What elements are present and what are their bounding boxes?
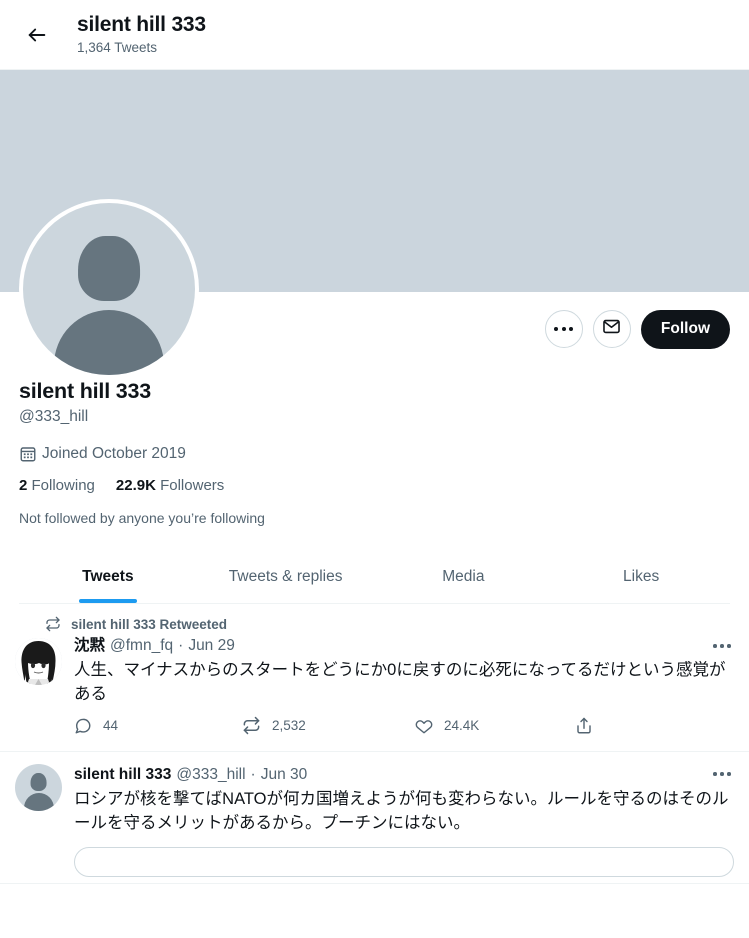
not-followed-note: Not followed by anyone you’re following <box>19 510 265 526</box>
joined-date: Joined October 2019 <box>19 445 730 463</box>
calendar-icon <box>19 445 37 463</box>
avatar-head-shape <box>78 235 140 302</box>
tweet-date[interactable]: Jun 30 <box>261 764 308 785</box>
retweet-icon <box>242 716 261 735</box>
following-count: 2 <box>19 477 28 494</box>
tweet-avatar-column <box>15 616 74 751</box>
profile-tabs: Tweets Tweets & replies Media Likes <box>19 551 730 604</box>
reply-icon <box>74 717 92 735</box>
avatar-body-shape <box>53 309 165 375</box>
retweet-action[interactable]: 2,532 <box>242 716 415 735</box>
envelope-icon <box>602 317 621 341</box>
retweet-count: 2,532 <box>272 718 306 733</box>
tweet-separator: · <box>250 766 256 783</box>
tweet-author-handle[interactable]: @333_hill <box>176 764 245 785</box>
avatar-body-shape <box>23 793 54 811</box>
tab-likes[interactable]: Likes <box>552 551 730 603</box>
followers-stat[interactable]: 22.9K Followers <box>116 477 224 494</box>
more-horizontal-icon <box>713 644 731 648</box>
tweet-count: 1,364 Tweets <box>77 40 158 55</box>
heart-icon <box>415 717 433 735</box>
tweet-date[interactable]: Jun 29 <box>188 635 235 656</box>
message-button[interactable] <box>592 310 631 348</box>
tweet-author-line: 沈黙 @fmn_fq · Jun 29 <box>74 635 734 656</box>
tweet-text: ロシアが核を撃てばNATOが何カ国増えようが何も変わらない。ルールを守るのはその… <box>74 790 729 832</box>
more-horizontal-icon <box>713 772 731 776</box>
tweet-content: silent hill 333 Retweeted 沈黙 @fmn_fq · J… <box>46 616 734 751</box>
tweet-author-line: silent hill 333 @333_hill · Jun 30 <box>74 764 734 785</box>
tweet-author-name[interactable]: silent hill 333 <box>74 764 171 785</box>
header-title-block: silent hill 333 1,364 Tweets <box>77 12 206 57</box>
tab-indicator-inactive <box>434 599 492 603</box>
followers-label: Followers <box>160 477 225 494</box>
more-options-button[interactable] <box>544 310 583 348</box>
quote-card[interactable] <box>74 847 734 877</box>
retweet-context-label: silent hill 333 Retweeted <box>71 616 228 632</box>
tweet-author-name[interactable]: 沈黙 <box>74 635 105 656</box>
tab-tweets-label: Tweets <box>82 568 134 585</box>
back-button[interactable] <box>18 16 56 54</box>
reply-action[interactable]: 44 <box>74 717 242 735</box>
page-title: silent hill 333 <box>77 13 206 36</box>
twitter-profile-page: silent hill 333 1,364 Tweets Follow sile… <box>0 0 749 938</box>
arrow-left-icon <box>26 24 48 46</box>
default-avatar-icon <box>23 203 195 375</box>
tab-likes-label: Likes <box>623 568 660 585</box>
follow-button[interactable]: Follow <box>640 309 730 349</box>
tab-tweets-replies-label: Tweets & replies <box>228 568 343 585</box>
share-action[interactable] <box>575 717 593 735</box>
tweet-item[interactable]: silent hill 333 Retweeted 沈黙 @fmn_fq · J… <box>0 604 749 752</box>
top-navigation-bar: silent hill 333 1,364 Tweets <box>0 0 749 70</box>
like-action[interactable]: 24.4K <box>415 717 575 735</box>
share-icon <box>575 717 593 735</box>
retweet-icon <box>45 616 61 632</box>
tweet-text: 人生、マイナスからのスタートをどうにか0に戻すのに必死になってるだけという感覚が… <box>74 661 726 703</box>
followers-count: 22.9K <box>115 477 156 494</box>
tab-indicator-inactive <box>612 599 670 603</box>
avatar-head-shape <box>30 772 47 791</box>
following-stat[interactable]: 2 Following <box>19 477 95 494</box>
tweet-action-bar: 44 2,532 24.4K <box>74 716 604 745</box>
profile-identity: silent hill 333 @333_hill <box>19 378 730 427</box>
profile-stats: 2 Following 22.9K Followers <box>19 477 730 494</box>
tab-media[interactable]: Media <box>375 551 553 603</box>
tweet-avatar-column <box>15 764 74 883</box>
tweet-item[interactable]: silent hill 333 @333_hill · Jun 30 ロシアが核… <box>0 752 749 884</box>
retweet-context: silent hill 333 Retweeted <box>45 616 734 632</box>
profile-section: Follow silent hill 333 @333_hill Joined … <box>0 199 749 604</box>
profile-handle: @333_hill <box>19 408 89 425</box>
tab-active-indicator <box>78 599 137 603</box>
tab-media-label: Media <box>442 568 485 585</box>
more-horizontal-icon <box>554 327 574 331</box>
reply-count: 44 <box>103 718 119 733</box>
like-count: 24.4K <box>444 718 480 733</box>
following-label: Following <box>31 477 95 494</box>
tweet-more-button[interactable] <box>707 634 737 658</box>
avatar[interactable] <box>19 199 199 379</box>
anime-portrait-avatar-art <box>15 638 62 685</box>
joined-date-label: Joined October 2019 <box>42 445 186 462</box>
tweet-author-handle[interactable]: @fmn_fq <box>110 635 173 656</box>
tweet-content: silent hill 333 @333_hill · Jun 30 ロシアが核… <box>74 764 734 883</box>
profile-display-name: silent hill 333 <box>19 379 152 403</box>
tweet-more-button[interactable] <box>707 762 737 786</box>
tweet-separator: · <box>178 637 184 654</box>
anime-portrait-avatar[interactable] <box>15 638 62 685</box>
tab-indicator-inactive <box>257 599 315 603</box>
tab-tweets[interactable]: Tweets <box>19 551 197 603</box>
default-avatar-icon[interactable] <box>15 764 62 811</box>
tab-tweets-replies[interactable]: Tweets & replies <box>197 551 375 603</box>
